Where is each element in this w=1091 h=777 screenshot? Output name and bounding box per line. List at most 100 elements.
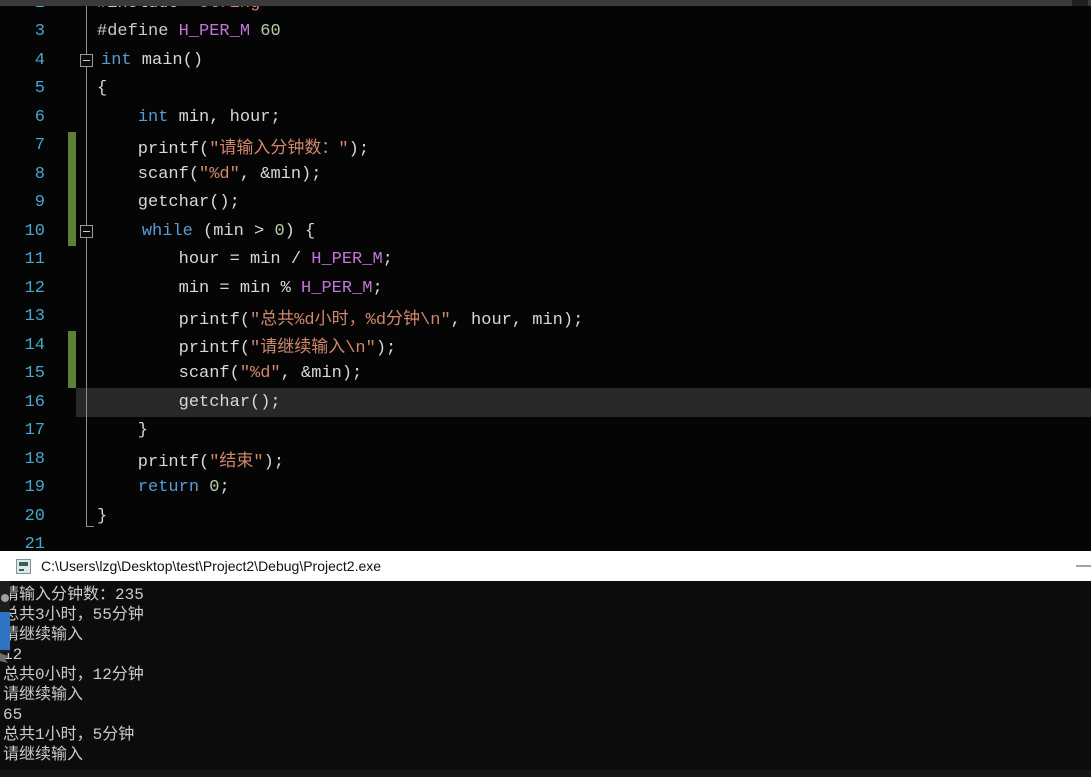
code-text: printf("请输入分钟数："); xyxy=(97,133,369,159)
code-line[interactable]: 14 printf("请继续输入\n"); xyxy=(0,331,1091,360)
code-line-body: return 0; xyxy=(76,474,1091,503)
code-line-body: #define H_PER_M 60 xyxy=(76,18,1091,47)
scrollbar-button-icon[interactable] xyxy=(1,594,9,602)
console-line: 12 xyxy=(3,646,23,664)
line-number: 16 xyxy=(24,392,45,412)
code-token: , &min); xyxy=(280,364,363,384)
minimize-button[interactable]: — xyxy=(1076,551,1091,581)
console-line: 65 xyxy=(3,706,23,724)
code-token: ); xyxy=(263,453,285,473)
code-line[interactable]: 12 min = min % H_PER_M; xyxy=(0,274,1091,303)
code-line[interactable]: 13 printf("总共%d小时，%d分钟\n", hour, min); xyxy=(0,303,1091,332)
code-text: min = min % H_PER_M; xyxy=(97,279,383,298)
code-line-body: printf("结束"); xyxy=(76,445,1091,474)
change-tracking-bar xyxy=(68,188,76,217)
console-output[interactable]: 请输入分钟数：235 总共3小时，55分钟 请继续输入 12 总共0小时，12分钟 请继续… xyxy=(0,581,1091,777)
code-text: { xyxy=(97,79,107,98)
change-tracking-bar xyxy=(68,331,76,360)
change-tracking-slot xyxy=(68,445,76,474)
change-tracking-slot xyxy=(68,246,76,275)
console-lines: 请输入分钟数：235 总共3小时，55分钟 请继续输入 12 总共0小时，12分钟 请继续… xyxy=(0,585,1091,765)
line-number: 19 xyxy=(24,478,45,498)
line-number: 9 xyxy=(34,193,45,213)
code-token: ; xyxy=(382,250,393,270)
code-line-body: { xyxy=(76,75,1091,104)
console-titlebar[interactable]: C:\Users\lzg\Desktop\test\Project2\Debug… xyxy=(0,551,1091,581)
change-tracking-bar xyxy=(68,131,76,160)
code-text: printf("结束"); xyxy=(97,446,284,472)
console-app-icon xyxy=(16,558,31,574)
code-editor[interactable]: 2 #include <string> 3 #define H_PER_M 60 4 in… xyxy=(0,0,1091,551)
code-token: printf( xyxy=(97,139,210,159)
code-line[interactable]: 4 int main() xyxy=(0,46,1091,75)
code-token: "请继续输入\n" xyxy=(250,339,376,359)
code-text: return 0; xyxy=(97,478,230,497)
line-number: 14 xyxy=(24,335,45,355)
code-line[interactable]: 19 return 0; xyxy=(0,474,1091,503)
code-token: min = min % xyxy=(97,278,302,298)
code-token: ) { xyxy=(284,221,316,241)
window-top-edge-notch xyxy=(1072,0,1088,6)
line-number: 15 xyxy=(24,364,45,384)
code-line[interactable]: 18 printf("结束"); xyxy=(0,445,1091,474)
code-token: 0 xyxy=(274,221,285,241)
console-line: 请继续输入 xyxy=(3,626,84,644)
change-tracking-slot xyxy=(68,502,76,531)
line-number: 17 xyxy=(24,421,45,441)
line-number: 7 xyxy=(34,136,45,156)
code-text: getchar(); xyxy=(97,393,281,412)
code-line[interactable]: 21 xyxy=(0,531,1091,551)
change-tracking-bar xyxy=(68,359,76,388)
code-line-body: hour = min / H_PER_M; xyxy=(76,246,1091,275)
code-token: ); xyxy=(348,139,370,159)
change-tracking-slot xyxy=(68,303,76,332)
code-token: ); xyxy=(375,339,397,359)
code-token: ; xyxy=(372,278,383,298)
code-line[interactable]: 8 scanf("%d", &min); xyxy=(0,160,1091,189)
line-number: 18 xyxy=(24,449,45,469)
fold-collapse-icon[interactable] xyxy=(80,53,93,67)
code-token: printf( xyxy=(97,453,210,473)
code-line[interactable]: 16 getchar(); xyxy=(0,388,1091,417)
code-lines: 2 #include <string> 3 #define H_PER_M 60 4 in… xyxy=(0,0,1091,551)
console-line: 请继续输入 xyxy=(3,746,84,764)
code-line[interactable]: 20} xyxy=(0,502,1091,531)
scrollbar-thumb[interactable] xyxy=(0,612,10,650)
code-text: int min, hour; xyxy=(97,108,281,127)
code-token: , hour, min); xyxy=(450,310,584,330)
line-number: 12 xyxy=(24,278,45,298)
code-line[interactable]: 3 #define H_PER_M 60 xyxy=(0,18,1091,47)
code-token: "%d" xyxy=(239,364,281,384)
change-tracking-slot xyxy=(68,474,76,503)
code-token: H_PER_M xyxy=(311,250,383,270)
code-line[interactable]: 11 hour = min / H_PER_M; xyxy=(0,246,1091,275)
code-line-body: } xyxy=(76,502,1091,531)
code-token: } xyxy=(97,506,108,526)
fold-collapse-icon[interactable] xyxy=(80,224,93,238)
code-line[interactable]: 6 int min, hour; xyxy=(0,103,1091,132)
code-line[interactable]: 15 scanf("%d", &min); xyxy=(0,359,1091,388)
code-token: getchar(); xyxy=(97,392,281,412)
code-token: 0 xyxy=(209,478,220,498)
code-text: #define H_PER_M 60 xyxy=(97,22,281,41)
console-scrollbar[interactable] xyxy=(0,581,10,653)
console-line: 请继续输入 xyxy=(3,686,84,704)
change-tracking-slot xyxy=(68,18,76,47)
line-number: 21 xyxy=(24,535,45,551)
code-line[interactable]: 7 printf("请输入分钟数："); xyxy=(0,131,1091,160)
console-line: 总共3小时，55分钟 xyxy=(3,606,144,624)
code-token: int xyxy=(101,50,132,70)
code-line[interactable]: 17 } xyxy=(0,417,1091,446)
code-line[interactable]: 10 while (min > 0) { xyxy=(0,217,1091,246)
code-token: H_PER_M xyxy=(301,278,373,298)
change-tracking-bar xyxy=(68,217,76,246)
code-line-body: min = min % H_PER_M; xyxy=(76,274,1091,303)
change-tracking-slot xyxy=(68,274,76,303)
code-text: printf("总共%d小时，%d分钟\n", hour, min); xyxy=(97,304,584,330)
code-line[interactable]: 5{ xyxy=(0,75,1091,104)
code-token: printf( xyxy=(97,339,251,359)
code-line[interactable]: 9 getchar(); xyxy=(0,188,1091,217)
